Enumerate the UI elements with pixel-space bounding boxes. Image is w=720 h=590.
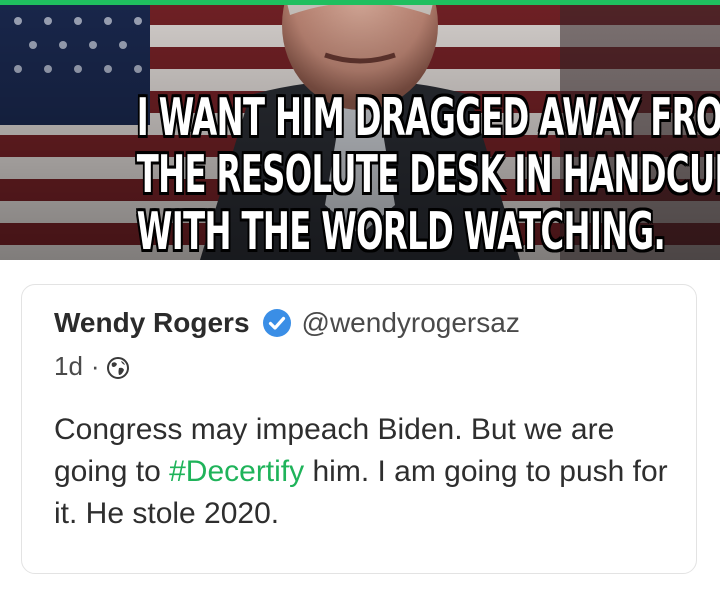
author-name[interactable]: Wendy Rogers [54, 307, 250, 339]
meme-caption-line: THE RESOLUTE DESK IN HANDCUFFS [136, 145, 720, 205]
hashtag-link[interactable]: #Decertify [169, 455, 304, 488]
meme-caption-line: WITH THE WORLD WATCHING. [136, 202, 666, 261]
tweet-age[interactable]: 1d [54, 351, 83, 382]
tweet-author-row: Wendy Rogers @wendyrogersaz [54, 307, 520, 339]
globe-icon [106, 356, 130, 380]
tweet-meta-row: 1d · [54, 351, 130, 382]
quoted-tweet-card[interactable]: Wendy Rogers @wendyrogersaz 1d · Congres… [21, 284, 697, 574]
meme-image[interactable]: I WANT HIM DRAGGED AWAY FROM THE RESOLUT… [0, 5, 720, 260]
verified-badge-icon [262, 308, 292, 338]
tweet-text: Congress may impeach Biden. But we are g… [54, 409, 684, 535]
meme-caption: I WANT HIM DRAGGED AWAY FROM THE RESOLUT… [136, 88, 720, 261]
author-handle[interactable]: @wendyrogersaz [302, 307, 520, 339]
meme-caption-line: I WANT HIM DRAGGED AWAY FROM [136, 88, 720, 148]
meta-separator: · [90, 351, 100, 381]
